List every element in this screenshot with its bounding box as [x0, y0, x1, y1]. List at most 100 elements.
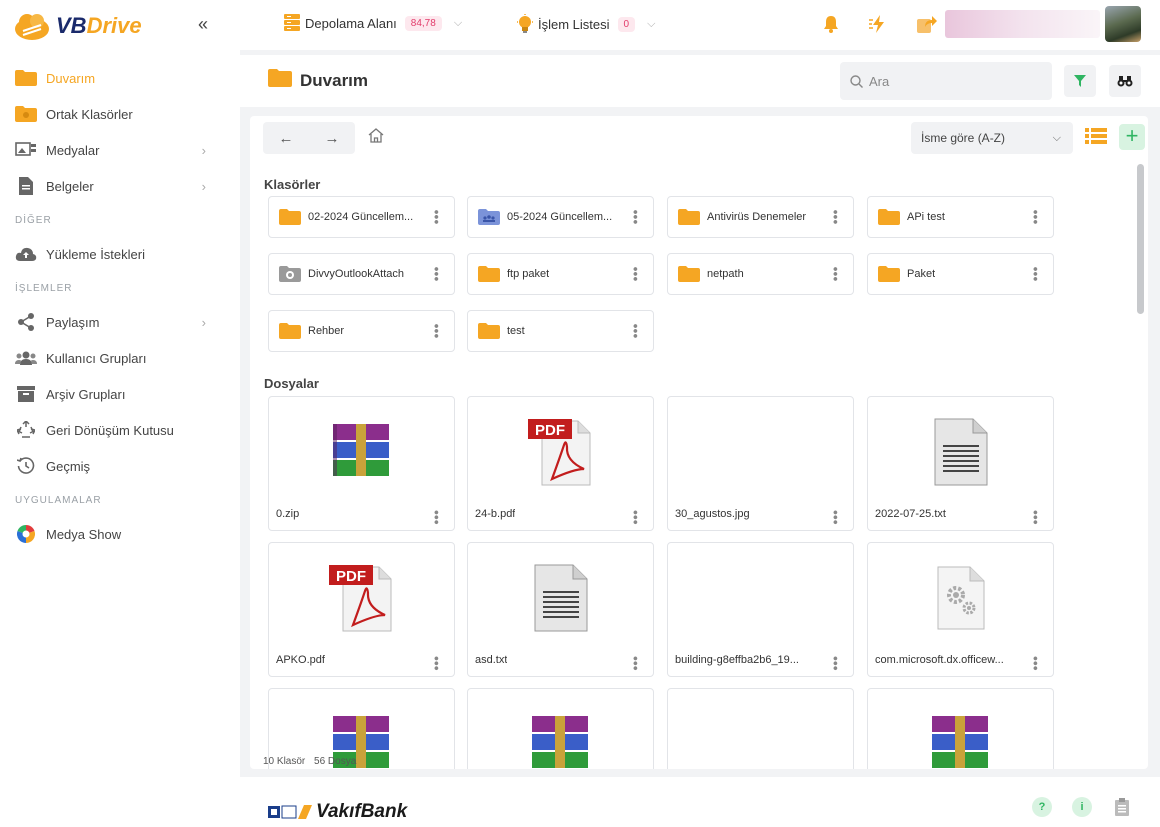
collapse-sidebar-button[interactable]: «	[198, 14, 208, 35]
more-options-icon[interactable]: •••	[1028, 210, 1044, 225]
folder-item[interactable]: 02-2024 Güncellem... •••	[268, 196, 455, 238]
svg-text:PDF: PDF	[535, 422, 565, 439]
scrollbar-thumb[interactable]	[1137, 164, 1144, 314]
file-item[interactable]	[867, 688, 1054, 769]
chevron-right-icon: ›	[201, 142, 206, 158]
more-options-icon[interactable]: •••	[628, 510, 644, 525]
file-name: 2022-07-25.txt	[875, 508, 946, 520]
scrollbar[interactable]	[1137, 164, 1144, 754]
cloud-logo-icon	[15, 14, 49, 40]
file-name: 0.zip	[276, 508, 300, 520]
sidebar-item-belgeler[interactable]: Belgeler ›	[0, 168, 240, 204]
folder-item[interactable]: APi test •••	[867, 196, 1054, 238]
sidebar-item-label: Yükleme İstekleri	[46, 246, 145, 262]
user-menu[interactable]	[945, 10, 1100, 38]
sidebar-item-gecmis[interactable]: Geçmiş	[0, 448, 240, 484]
file-item[interactable]: com.microsoft.dx.officew... •••	[867, 542, 1054, 677]
add-button[interactable]: +	[1119, 124, 1145, 150]
sidebar-item-yukleme-istekleri[interactable]: Yükleme İstekleri	[0, 236, 240, 272]
folder-item[interactable]: test •••	[467, 310, 654, 352]
section-label-diger: DİĞER	[15, 214, 52, 226]
sidebar-item-kullanici-gruplari[interactable]: Kullanıcı Grupları	[0, 340, 240, 376]
folder-item[interactable]: netpath •••	[667, 253, 854, 295]
sort-select[interactable]: İsme göre (A-Z) ⌵	[911, 122, 1073, 154]
file-item[interactable]: 2022-07-25.txt •••	[867, 396, 1054, 531]
more-options-icon[interactable]: •••	[1028, 267, 1044, 282]
more-options-icon[interactable]: •••	[429, 267, 445, 282]
file-item[interactable]: asd.txt •••	[467, 542, 654, 677]
more-options-icon[interactable]: •••	[628, 267, 644, 282]
storage-label: Depolama Alanı	[305, 15, 397, 31]
filter-button[interactable]	[1064, 65, 1096, 97]
folder-item[interactable]: ftp paket •••	[467, 253, 654, 295]
sidebar-item-medyalar[interactable]: Medyalar ›	[0, 132, 240, 168]
binoculars-button[interactable]	[1109, 65, 1141, 97]
more-options-icon[interactable]: •••	[828, 656, 844, 671]
sidebar-item-arsiv-gruplari[interactable]: Arşiv Grupları	[0, 376, 240, 412]
file-item[interactable]	[667, 688, 854, 769]
file-item[interactable]: 30_agustos.jpg •••	[667, 396, 854, 531]
sidebar-item-paylasim[interactable]: Paylaşım ›	[0, 304, 240, 340]
sidebar-item-label: Geçmiş	[46, 458, 91, 474]
folder-icon	[268, 69, 292, 92]
more-options-icon[interactable]: •••	[628, 656, 644, 671]
sidebar-item-medya-show[interactable]: Medya Show	[0, 516, 240, 552]
folder-item[interactable]: Paket •••	[867, 253, 1054, 295]
more-options-icon[interactable]: •••	[828, 210, 844, 225]
file-item[interactable]: PDF 24-b.pdf •••	[467, 396, 654, 531]
forward-button[interactable]: →	[309, 130, 355, 147]
folder-icon	[678, 266, 700, 282]
folder-item[interactable]: DivvyOutlookAttach •••	[268, 253, 455, 295]
more-options-icon[interactable]: •••	[1028, 656, 1044, 671]
sidebar-item-label: Ortak Klasörler	[46, 106, 133, 122]
sidebar-item-ortak-klasorler[interactable]: Ortak Klasörler	[0, 96, 240, 132]
more-options-icon[interactable]: •••	[628, 210, 644, 225]
folder-item[interactable]: Rehber •••	[268, 310, 455, 352]
search-box[interactable]	[840, 62, 1052, 100]
file-name: asd.txt	[475, 654, 508, 666]
file-name: building-g8effba2b6_19...	[675, 654, 799, 666]
folder-name: test	[507, 325, 525, 337]
file-item[interactable]: 0.zip •••	[268, 396, 455, 531]
flash-icon[interactable]	[868, 13, 890, 35]
binoculars-icon	[1117, 76, 1133, 87]
back-button[interactable]: ←	[263, 130, 309, 147]
main-area: Duvarım ← → İsme göre (A-Z) ⌵ + Klasörle…	[240, 50, 1160, 827]
file-item[interactable]	[467, 688, 654, 769]
home-icon[interactable]	[368, 128, 384, 148]
search-input[interactable]	[869, 73, 1039, 89]
help-icon[interactable]: ?	[1032, 797, 1052, 817]
avatar[interactable]	[1105, 6, 1141, 42]
folder-name: APi test	[907, 211, 945, 223]
info-icon[interactable]: i	[1072, 797, 1092, 817]
more-options-icon[interactable]: •••	[429, 656, 445, 671]
more-options-icon[interactable]: •••	[429, 210, 445, 225]
storage-dropdown[interactable]: Depolama Alanı 84,78 ⌵	[284, 14, 462, 32]
sidebar-item-duvarim[interactable]: Duvarım	[0, 60, 240, 96]
txt-icon	[868, 407, 1053, 497]
sidebar-item-label: Belgeler	[46, 178, 94, 194]
more-options-icon[interactable]: •••	[1028, 510, 1044, 525]
more-options-icon[interactable]: •••	[429, 510, 445, 525]
process-list-dropdown[interactable]: İşlem Listesi 0 ⌵	[516, 14, 655, 34]
more-options-icon[interactable]: •••	[828, 267, 844, 282]
folder-name: Rehber	[308, 325, 345, 337]
share-out-icon[interactable]	[916, 13, 938, 35]
sidebar-item-geri-donusum-kutusu[interactable]: Geri Dönüşüm Kutusu	[0, 412, 240, 448]
folder-icon	[478, 266, 500, 282]
clipboard-icon[interactable]	[1112, 797, 1132, 817]
folder-item[interactable]: 05-2024 Güncellem... •••	[467, 196, 654, 238]
file-browser-panel: ← → İsme göre (A-Z) ⌵ + Klasörler 02-202…	[250, 116, 1148, 769]
media-show-icon	[15, 525, 37, 543]
more-options-icon[interactable]: •••	[828, 510, 844, 525]
folder-item[interactable]: Antivirüs Denemeler •••	[667, 196, 854, 238]
list-view-icon[interactable]	[1085, 126, 1109, 150]
bell-icon[interactable]	[820, 13, 842, 35]
file-item[interactable]: building-g8effba2b6_19... •••	[667, 542, 854, 677]
app-logo[interactable]: VBDrive	[14, 6, 142, 46]
file-item[interactable]: PDF APKO.pdf •••	[268, 542, 455, 677]
file-name: 24-b.pdf	[475, 508, 516, 520]
history-icon	[15, 457, 37, 475]
more-options-icon[interactable]: •••	[628, 324, 644, 339]
more-options-icon[interactable]: •••	[429, 324, 445, 339]
